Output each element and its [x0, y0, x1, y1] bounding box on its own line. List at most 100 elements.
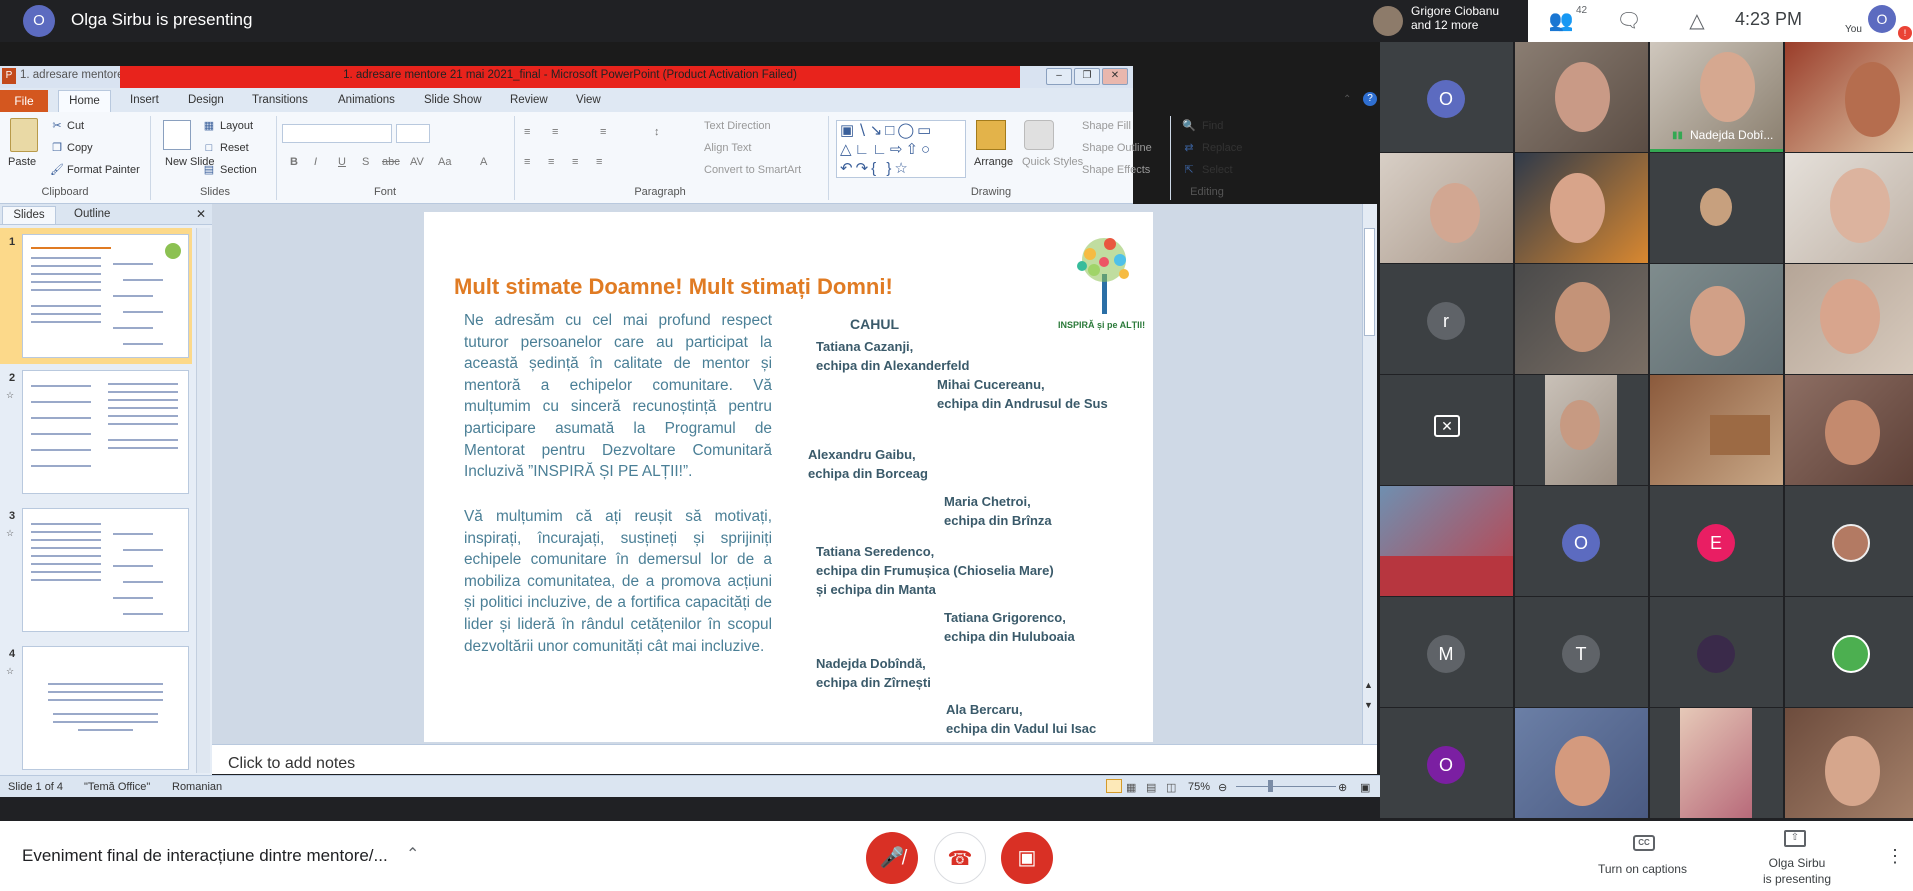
align-text-button[interactable]: Align Text — [704, 142, 752, 154]
restore-button[interactable]: ❐ — [1074, 68, 1100, 85]
copy-button[interactable]: Copy — [67, 142, 93, 154]
shadow-icon[interactable]: S — [362, 156, 369, 168]
pane-scrollbar[interactable] — [196, 228, 210, 773]
tab-slides[interactable]: Slides — [2, 206, 56, 225]
activities-icon[interactable]: △ — [1684, 8, 1710, 34]
italic-icon[interactable]: I — [314, 156, 317, 168]
quick-styles-icon[interactable] — [1024, 120, 1054, 150]
tab-home[interactable]: Home — [58, 90, 111, 113]
participant-tile[interactable] — [1515, 375, 1648, 485]
mic-off-button[interactable]: 🎤̸ — [866, 832, 918, 884]
slide-thumbnail-4[interactable] — [22, 646, 189, 770]
convert-smartart-button[interactable]: Convert to SmartArt — [704, 164, 801, 176]
zoom-slider[interactable] — [1236, 786, 1336, 787]
quick-styles-button[interactable]: Quick Styles — [1022, 156, 1083, 169]
tab-insert[interactable]: Insert — [130, 94, 159, 106]
layout-button[interactable]: Layout — [220, 120, 253, 132]
slideshow-view-icon[interactable]: ◫ — [1166, 781, 1176, 794]
change-case-icon[interactable]: Aa — [438, 156, 451, 168]
reading-view-icon[interactable]: ▤ — [1146, 781, 1156, 794]
participant-tile[interactable]: T — [1515, 597, 1648, 707]
numbering-icon[interactable]: ≡ — [552, 126, 558, 138]
slide-thumbnail-2[interactable] — [22, 370, 189, 494]
slide-thumbnail-1[interactable] — [22, 234, 189, 358]
previous-slide-icon[interactable]: ▲ — [1364, 680, 1373, 690]
participant-tile[interactable] — [1650, 375, 1783, 485]
participant-tile[interactable]: r — [1380, 264, 1513, 374]
zoom-out-icon[interactable]: ⊖ — [1218, 781, 1227, 794]
presenting-button[interactable]: Olga Sirbu is presenting — [1757, 855, 1837, 887]
arrange-button[interactable]: Arrange — [974, 156, 1013, 168]
participant-tile[interactable] — [1785, 597, 1913, 707]
tab-animations[interactable]: Animations — [338, 94, 395, 106]
paste-button[interactable]: Paste — [8, 156, 36, 168]
current-slide[interactable]: Mult stimate Doamne! Mult stimați Domni!… — [424, 212, 1153, 742]
shape-fill-button[interactable]: Shape Fill — [1082, 120, 1131, 132]
present-icon[interactable]: ⇧ — [1784, 830, 1806, 847]
participant-tile[interactable] — [1515, 708, 1648, 818]
participant-tile[interactable] — [1785, 708, 1913, 818]
participant-tile[interactable]: ✕ — [1380, 375, 1513, 485]
line-spacing-icon[interactable]: ↕ — [654, 126, 660, 138]
font-size-combo[interactable] — [396, 124, 430, 143]
participant-tile[interactable] — [1785, 153, 1913, 263]
participant-tile[interactable] — [1380, 486, 1513, 596]
tab-transitions[interactable]: Transitions — [252, 94, 308, 106]
tab-view[interactable]: View — [576, 94, 601, 106]
tab-outline[interactable]: Outline — [74, 208, 110, 220]
strikethrough-icon[interactable]: abc — [382, 156, 400, 168]
captions-button[interactable]: Turn on captions — [1598, 862, 1687, 876]
you-avatar[interactable]: O — [1868, 5, 1896, 33]
participant-tile[interactable] — [1650, 597, 1783, 707]
tab-slide-show[interactable]: Slide Show — [424, 94, 482, 106]
zoom-in-icon[interactable]: ⊕ — [1338, 781, 1347, 794]
paste-icon[interactable] — [10, 118, 38, 152]
participant-tile[interactable] — [1785, 375, 1913, 485]
find-button[interactable]: Find — [1202, 120, 1223, 132]
participant-tile[interactable] — [1650, 153, 1783, 263]
align-right-icon[interactable]: ≡ — [572, 156, 578, 168]
shape-effects-button[interactable]: Shape Effects — [1082, 164, 1150, 176]
participant-tile[interactable]: M — [1380, 597, 1513, 707]
participant-tile[interactable] — [1515, 42, 1648, 152]
minimize-button[interactable]: – — [1046, 68, 1072, 85]
zoom-slider-thumb[interactable] — [1268, 780, 1273, 792]
align-left-icon[interactable]: ≡ — [524, 156, 530, 168]
slide-thumbnail-3[interactable] — [22, 508, 189, 632]
arrange-icon[interactable] — [976, 120, 1006, 150]
reset-button[interactable]: Reset — [220, 142, 249, 154]
tab-design[interactable]: Design — [188, 94, 224, 106]
participant-tile[interactable]: O — [1380, 42, 1513, 152]
justify-icon[interactable]: ≡ — [596, 156, 602, 168]
align-center-icon[interactable]: ≡ — [548, 156, 554, 168]
font-name-combo[interactable] — [282, 124, 392, 143]
camera-off-button[interactable]: ▣ — [1001, 832, 1053, 884]
close-button[interactable]: ✕ — [1102, 68, 1128, 85]
participant-tile[interactable]: Nadejda Dobî... ▮▮ — [1650, 42, 1783, 152]
cut-button[interactable]: Cut — [67, 120, 84, 132]
section-button[interactable]: Section — [220, 164, 257, 176]
chat-icon[interactable]: 🗨 — [1616, 8, 1642, 34]
participant-tile[interactable] — [1515, 153, 1648, 263]
more-options-icon[interactable]: ⋮ — [1886, 846, 1904, 867]
participant-tile[interactable] — [1380, 153, 1513, 263]
close-pane-icon[interactable]: ✕ — [196, 207, 206, 221]
slide-scrollbar-thumb[interactable] — [1364, 228, 1375, 336]
participant-tile[interactable] — [1785, 42, 1913, 152]
sorter-view-icon[interactable]: ▦ — [1126, 781, 1136, 794]
format-painter-button[interactable]: Format Painter — [67, 164, 140, 176]
font-color-icon[interactable]: A — [480, 156, 487, 168]
participant-tile[interactable] — [1785, 264, 1913, 374]
normal-view-icon[interactable] — [1106, 779, 1122, 793]
ribbon-collapse-icon[interactable]: ⌃ — [1343, 94, 1351, 105]
spacing-icon[interactable]: AV — [410, 156, 424, 168]
new-slide-icon[interactable] — [163, 120, 191, 150]
underline-icon[interactable]: U — [338, 156, 346, 168]
leave-call-button[interactable]: ☎ — [934, 832, 986, 884]
next-slide-icon[interactable]: ▼ — [1364, 700, 1373, 710]
shape-outline-button[interactable]: Shape Outline — [1082, 142, 1152, 154]
tab-file[interactable]: File — [0, 90, 48, 112]
bullets-icon[interactable]: ≡ — [524, 126, 530, 138]
select-button[interactable]: Select — [1202, 164, 1233, 176]
participant-tile[interactable]: O — [1515, 486, 1648, 596]
